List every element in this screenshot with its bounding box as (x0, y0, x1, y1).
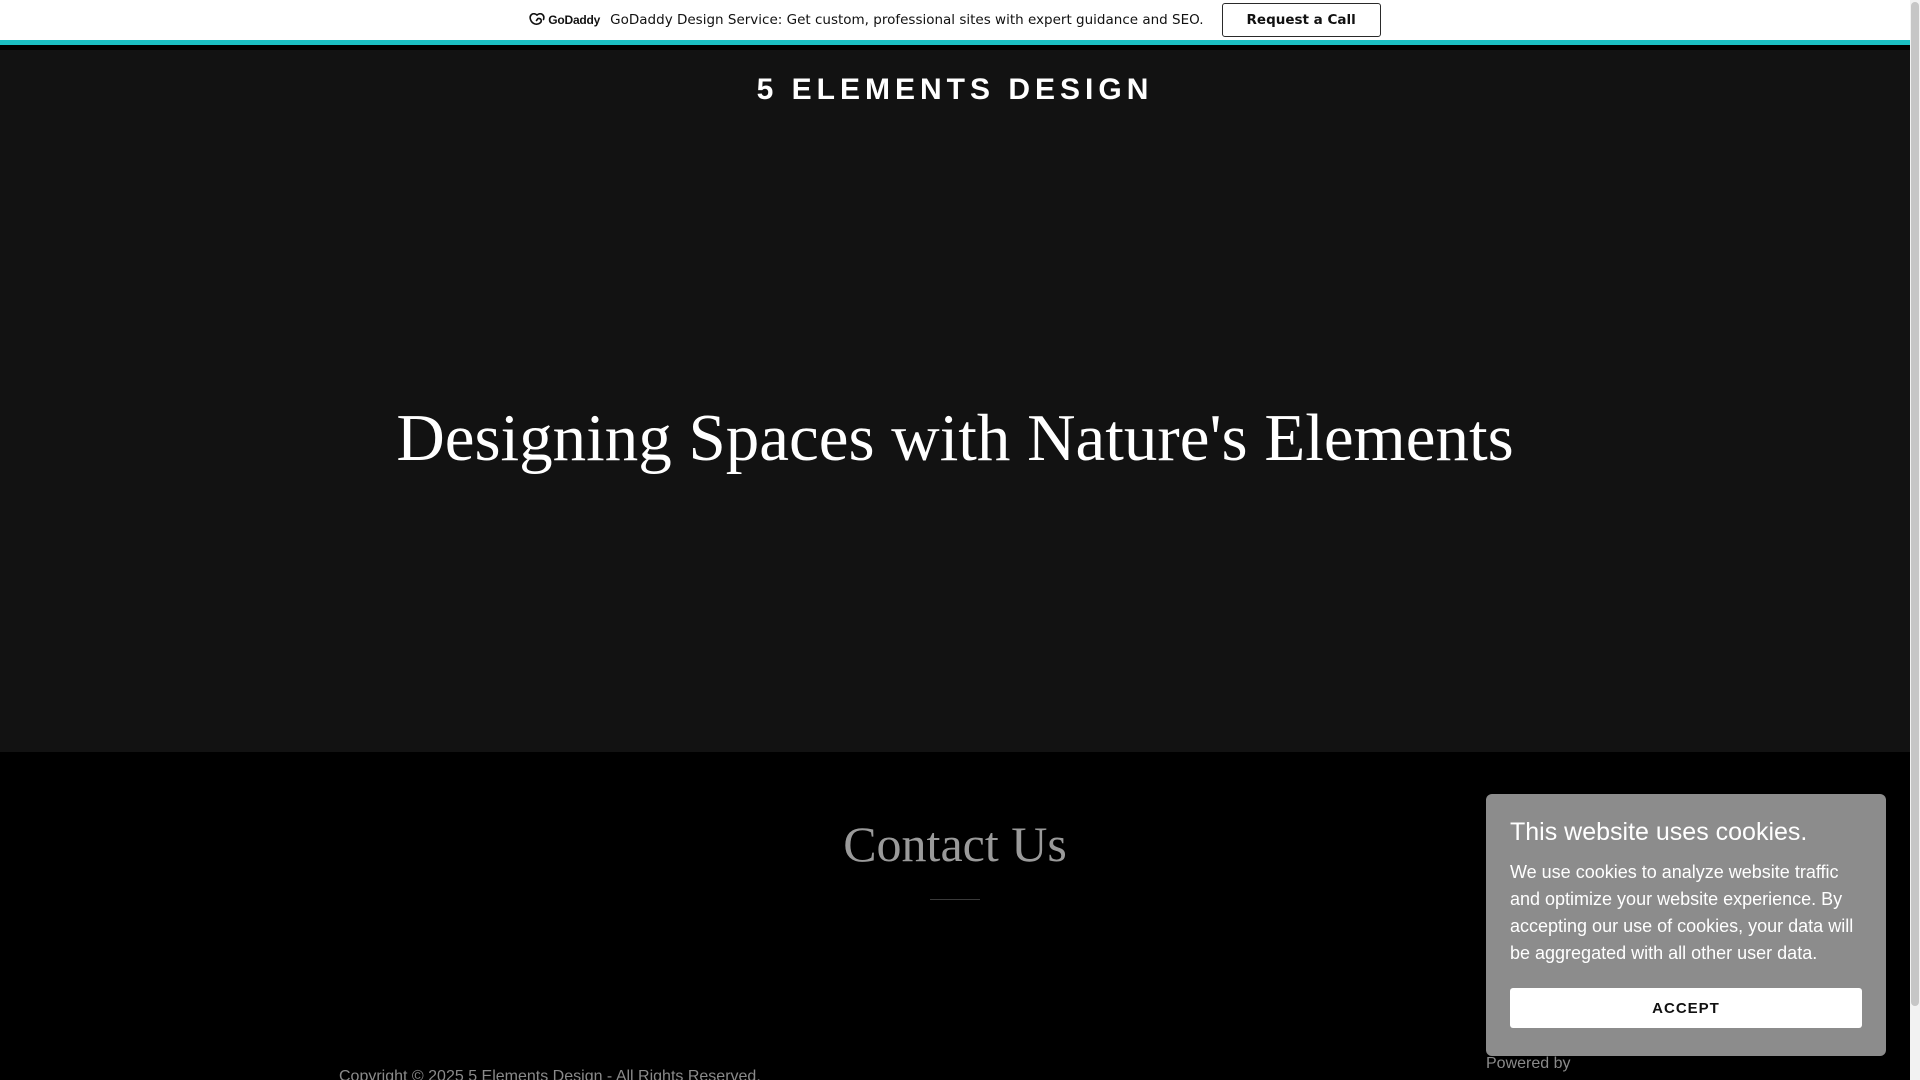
godaddy-logo-icon (529, 13, 545, 25)
accept-cookies-button[interactable]: ACCEPT (1510, 988, 1862, 1028)
hero-heading: Designing Spaces with Nature's Elements (396, 401, 1514, 475)
site-title[interactable]: 5 ELEMENTS DESIGN (0, 73, 1910, 107)
hero-section: 5 ELEMENTS DESIGN Designing Spaces with … (0, 50, 1910, 752)
cookie-banner: This website uses cookies. We use cookie… (1486, 794, 1886, 1056)
promo-banner: GoDaddy GoDaddy Design Service: Get cust… (0, 0, 1910, 45)
promo-message: GoDaddy Design Service: Get custom, prof… (610, 12, 1204, 28)
godaddy-logo[interactable]: GoDaddy (529, 13, 600, 27)
cookie-title: This website uses cookies. (1510, 818, 1808, 846)
request-call-button[interactable]: Request a Call (1221, 3, 1381, 37)
promo-banner-content: GoDaddy GoDaddy Design Service: Get cust… (529, 3, 1381, 37)
cookie-message: We use cookies to analyze website traffi… (1510, 862, 1854, 963)
copyright-text: Copyright © 2025 5 Elements Design - All… (339, 1068, 761, 1080)
scrollbar-thumb[interactable] (1911, 2, 1919, 1006)
page: GoDaddy GoDaddy Design Service: Get cust… (0, 0, 1920, 1080)
section-divider (930, 899, 980, 900)
godaddy-logo-text: GoDaddy (548, 13, 601, 27)
powered-by-text: Powered by (1486, 1055, 1571, 1072)
